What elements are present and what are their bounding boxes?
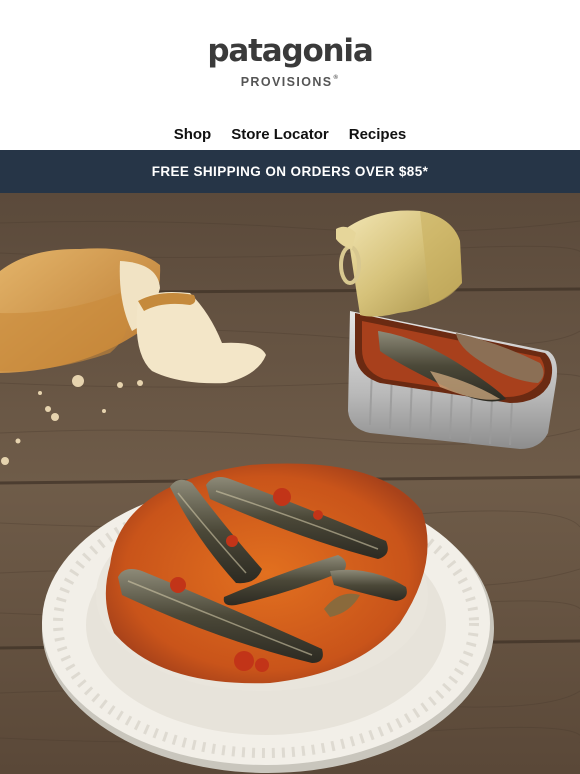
nav-store-locator-link[interactable]: Store Locator <box>231 126 329 143</box>
registered-mark: ® <box>333 75 340 81</box>
brand-subtitle: PROVISIONS ® <box>241 75 340 89</box>
hero-illustration <box>0 193 580 774</box>
nav-recipes-link[interactable]: Recipes <box>349 126 407 143</box>
shipping-banner-text: FREE SHIPPING ON ORDERS OVER $85* <box>151 164 429 179</box>
main-nav: Shop Store Locator Recipes <box>0 118 580 150</box>
brand-subtitle-text: PROVISIONS <box>240 75 333 89</box>
brand-logo[interactable]: patagonia <box>207 36 373 67</box>
nav-shop-link[interactable]: Shop <box>174 126 212 143</box>
shipping-banner[interactable]: FREE SHIPPING ON ORDERS OVER $85* <box>0 150 580 193</box>
hero-image <box>0 193 580 774</box>
header: patagonia PROVISIONS ® <box>0 0 580 118</box>
